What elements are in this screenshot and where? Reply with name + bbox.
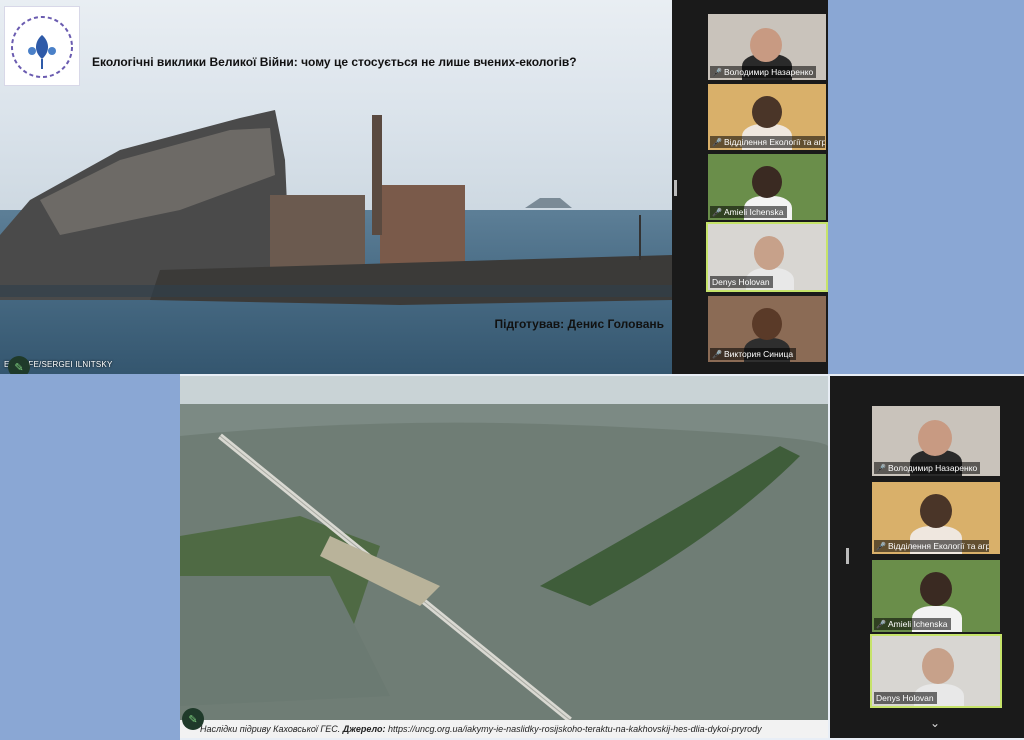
- image-caption: Наслідки підриву Каховської ГЕС. Джерело…: [180, 720, 828, 738]
- participant-name: Amieli Ichenska: [723, 207, 784, 217]
- background-area: [0, 374, 180, 740]
- caption-text: Наслідки підриву Каховської ГЕС.: [200, 724, 341, 734]
- shared-slide-top: Екологічні виклики Великої Війни: чому ц…: [0, 0, 672, 374]
- background-area: [828, 0, 1024, 374]
- presenter-credit: Підготував: Денис Головань: [494, 317, 664, 331]
- video-tile[interactable]: 🎤 Володимир Назаренко: [872, 406, 1000, 476]
- video-tile[interactable]: 🎤 Виктория Синица: [708, 296, 826, 362]
- annotate-button[interactable]: ✎: [8, 356, 30, 374]
- mic-off-icon: 🎤: [712, 67, 722, 77]
- video-tile[interactable]: 🎤 Володимир Назаренко: [708, 14, 826, 80]
- video-tile-active-speaker[interactable]: Denys Holovan: [870, 634, 1002, 708]
- annotate-button[interactable]: ✎: [182, 708, 204, 730]
- mic-off-icon: 🎤: [876, 619, 886, 629]
- participants-panel-top: 🎤 Володимир Назаренко 🎤 Відділення Екологі…: [672, 0, 828, 374]
- pen-icon: ✎: [14, 361, 24, 374]
- participant-name: Denys Holovan: [876, 693, 934, 703]
- mic-off-icon: 🎤: [712, 137, 722, 147]
- participants-panel-bottom: 🎤 Володимир Назаренко 🎤 Відділення Екологі…: [830, 376, 1024, 738]
- participant-name: Володимир Назаренко: [887, 463, 978, 473]
- flood-aerial-photo: [180, 376, 828, 720]
- shared-slide-bottom: Наслідки підриву Каховської ГЕС. Джерело…: [180, 376, 828, 738]
- participant-name: Виктория Синица: [723, 349, 794, 359]
- caption-source-url: https://uncg.org.ua/iakymy-ie-naslidky-r…: [388, 724, 762, 734]
- panel-resize-handle[interactable]: [846, 548, 849, 564]
- video-tile[interactable]: 🎤 Amieli Ichenska: [708, 154, 826, 220]
- mic-off-icon: 🎤: [876, 541, 886, 551]
- mic-off-icon: 🎤: [712, 207, 722, 217]
- video-tile[interactable]: 🎤 Відділення Екології та агр...: [708, 84, 826, 150]
- video-tile[interactable]: 🎤Відділення Екології та агра...: [872, 482, 1000, 554]
- participant-name: Denys Holovan: [712, 277, 770, 287]
- participant-name: Відділення Екології та агр...: [723, 137, 825, 147]
- organization-logo: [4, 6, 80, 86]
- video-tile[interactable]: 🎤 Amieli Ichenska: [872, 560, 1000, 632]
- panel-resize-handle[interactable]: [674, 180, 677, 196]
- slide-title: Екологічні виклики Великої Війни: чому ц…: [92, 55, 577, 69]
- chevron-down-icon[interactable]: ⌄: [930, 716, 940, 730]
- participant-name: Відділення Екології та агра...: [887, 541, 989, 551]
- caption-source-label: Джерело:: [342, 724, 386, 734]
- participant-name: Amieli Ichenska: [887, 619, 948, 629]
- participant-name: Володимир Назаренко: [723, 67, 814, 77]
- mic-off-icon: 🎤: [876, 463, 886, 473]
- mic-off-icon: 🎤: [712, 349, 722, 359]
- pen-icon: ✎: [188, 713, 198, 726]
- video-tile-active-speaker[interactable]: Denys Holovan: [706, 222, 828, 292]
